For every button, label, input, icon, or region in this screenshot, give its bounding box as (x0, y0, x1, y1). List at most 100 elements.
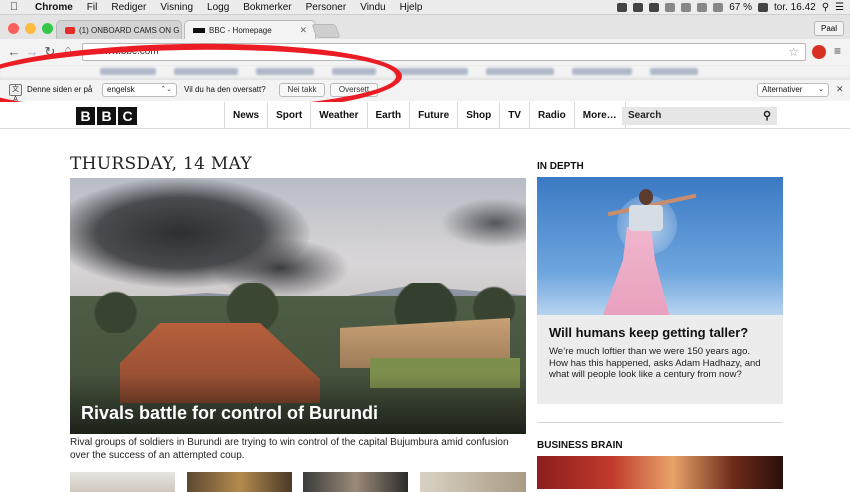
wifi-icon[interactable] (697, 3, 708, 12)
nav-shop[interactable]: Shop (458, 102, 501, 129)
translate-options-select[interactable]: Alternativer ⌄ (757, 83, 829, 97)
translate-icon: 文A (9, 84, 22, 103)
thumbnail-story[interactable] (420, 472, 526, 492)
in-depth-summary: We’re much loftier than we were 150 year… (549, 346, 761, 380)
close-tab-icon[interactable]: ✕ (294, 25, 307, 36)
youtube-icon (65, 27, 75, 34)
menu-app-name[interactable]: Chrome (28, 2, 80, 13)
section-divider (537, 422, 783, 423)
nav-tv[interactable]: TV (500, 102, 530, 129)
thumbnail-story[interactable] (187, 472, 292, 492)
bookmark-item[interactable] (100, 68, 156, 75)
app-tray-icon[interactable] (633, 3, 644, 12)
search-input[interactable]: Search ⚲ (622, 107, 777, 125)
menu-logg[interactable]: Logg (200, 2, 236, 13)
browser-chrome: (1) ONBOARD CAMS ON G ✕ BBC - Homepage ✕… (0, 15, 850, 103)
in-depth-image[interactable] (537, 177, 783, 315)
battery-percent[interactable]: 67 % (729, 2, 752, 13)
monitor-icon[interactable] (649, 3, 660, 12)
bbc-logo[interactable]: B B C (76, 107, 137, 125)
language-select[interactable]: engelsk ⌃⌄ (102, 83, 177, 97)
nav-future[interactable]: Future (410, 102, 459, 129)
clock[interactable]: tor. 16.42 (774, 2, 816, 13)
language-value: engelsk (107, 85, 135, 94)
in-depth-card[interactable]: Will humans keep getting taller? We’re m… (537, 315, 783, 404)
window-controls (8, 23, 53, 34)
business-brain-image[interactable] (537, 456, 783, 489)
menu-visning[interactable]: Visning (153, 2, 200, 13)
nav-more[interactable]: More… (575, 102, 626, 129)
macos-menubar:  Chrome Fil Rediger Visning Logg Bokmer… (0, 0, 850, 15)
chrome-menu-icon[interactable]: ≡ (834, 44, 841, 58)
minimize-window-button[interactable] (25, 23, 36, 34)
translate-bar: 文A Denne siden er på engelsk ⌃⌄ Vil du h… (0, 80, 850, 103)
home-icon[interactable]: ⌂ (60, 44, 76, 56)
zoom-window-button[interactable] (42, 23, 53, 34)
nav-weather[interactable]: Weather (311, 102, 368, 129)
in-depth-headline[interactable]: Will humans keep getting taller? (549, 325, 771, 340)
tab-title: BBC - Homepage (209, 26, 272, 35)
new-tab-button[interactable] (311, 24, 341, 38)
battery-icon[interactable] (758, 3, 768, 12)
nav-news[interactable]: News (225, 102, 269, 129)
translate-prefix: Denne siden er på (27, 85, 93, 94)
close-tab-icon[interactable]: ✕ (179, 25, 181, 36)
bluetooth-icon[interactable] (681, 3, 692, 12)
tab-title: (1) ONBOARD CAMS ON G (79, 26, 180, 35)
bookmark-item[interactable] (174, 68, 238, 75)
menu-vindu[interactable]: Vindu (353, 2, 392, 13)
thumbnail-story[interactable] (303, 472, 408, 492)
thumbnail-story[interactable] (70, 472, 175, 492)
menu-personer[interactable]: Personer (299, 2, 354, 13)
forward-arrow-icon[interactable]: → (24, 44, 40, 59)
page-date: THURSDAY, 14 MAY (70, 154, 253, 174)
bookmark-star-icon[interactable]: ☆ (788, 44, 799, 60)
menu-rediger[interactable]: Rediger (104, 2, 153, 13)
bookmark-item[interactable] (256, 68, 314, 75)
nav-earth[interactable]: Earth (368, 102, 411, 129)
address-bar[interactable]: www.bbc.com ☆ (82, 43, 806, 61)
dropbox-icon[interactable] (617, 3, 628, 12)
menu-hjelp[interactable]: Hjelp (393, 2, 430, 13)
search-icon[interactable]: ⚲ (763, 107, 771, 125)
close-window-button[interactable] (8, 23, 19, 34)
logo-block: B (97, 107, 116, 125)
logo-block: B (76, 107, 95, 125)
story-thumbnails (70, 472, 526, 492)
reload-icon[interactable]: ↻ (42, 44, 58, 60)
tab-bbc-homepage[interactable]: BBC - Homepage ✕ (184, 20, 316, 40)
decline-translation-button[interactable]: Nei takk (279, 83, 325, 97)
browser-toolbar: ← → ↻ ⌂ www.bbc.com ☆ ≡ (0, 39, 850, 65)
notification-center-icon[interactable]: ☰ (835, 2, 844, 13)
apple-menu-icon[interactable]:  (0, 1, 28, 13)
nav-sport[interactable]: Sport (268, 102, 312, 129)
hero-story[interactable]: Rivals battle for control of Burundi (70, 178, 526, 434)
tab-strip: (1) ONBOARD CAMS ON G ✕ BBC - Homepage ✕… (0, 15, 850, 40)
translate-question: Vil du ha den oversatt? (184, 85, 266, 94)
menu-bokmerker[interactable]: Bokmerker (236, 2, 298, 13)
bookmark-item[interactable] (332, 68, 376, 75)
hero-headline[interactable]: Rivals battle for control of Burundi (81, 403, 378, 424)
menu-fil[interactable]: Fil (80, 2, 105, 13)
translate-button[interactable]: Oversett (330, 83, 378, 97)
tab-onboard-cams[interactable]: (1) ONBOARD CAMS ON G ✕ (56, 20, 182, 40)
image-head (639, 189, 653, 205)
extension-icon[interactable] (812, 45, 826, 59)
section-title-in-depth[interactable]: IN DEPTH (537, 161, 584, 172)
bbc-nav: News Sport Weather Earth Future Shop TV … (224, 102, 626, 129)
bookmark-item[interactable] (486, 68, 554, 75)
hero-summary: Rival groups of soldiers in Burundi are … (70, 437, 509, 461)
bookmark-item[interactable] (394, 68, 468, 75)
spotlight-icon[interactable]: ⚲ (822, 2, 829, 13)
bookmark-item[interactable] (650, 68, 698, 75)
bookmark-item[interactable] (572, 68, 632, 75)
close-translate-bar-icon[interactable]: ✕ (836, 84, 844, 95)
options-label: Alternativer (762, 85, 803, 94)
nav-radio[interactable]: Radio (530, 102, 575, 129)
time-machine-icon[interactable] (665, 3, 676, 12)
chevron-down-icon: ⌄ (818, 86, 824, 93)
back-arrow-icon[interactable]: ← (6, 44, 22, 59)
section-title-business-brain[interactable]: BUSINESS BRAIN (537, 440, 623, 451)
profile-button[interactable]: Paal (813, 21, 844, 36)
volume-icon[interactable] (713, 3, 724, 12)
